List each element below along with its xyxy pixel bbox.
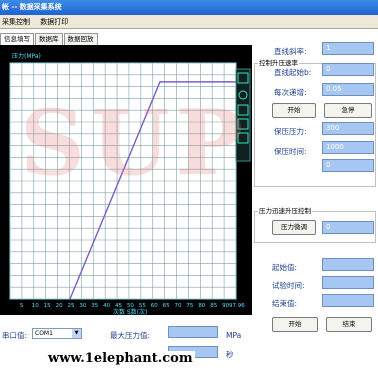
increment-label: 每次递增: (274, 88, 307, 97)
pressure-chart: 压力(MPa) 5 10 15 20 25 30 35 40 45 50 55 60 65 70 75 80 85… (0, 45, 252, 316)
start-b-label: 直线起始b: (274, 68, 312, 77)
x-tick-label: 35 (91, 303, 98, 309)
x-tick-label: 40 (103, 303, 110, 309)
tab-playback[interactable]: 数据回放 (63, 33, 98, 45)
menu-item-print[interactable]: 数据打印 (40, 18, 68, 26)
end-label: 结束值: (272, 299, 298, 308)
hold-pressure-label: 保压压力: (274, 127, 307, 136)
chart-grid (9, 62, 237, 300)
fine-tune-field[interactable]: 0 (322, 221, 374, 234)
port-value: COM1 (35, 330, 53, 337)
initial-label: 起始值: (272, 263, 298, 272)
max-pressure-label: 最大压力值: (110, 331, 151, 340)
emergency-stop-button[interactable]: 急停 (324, 103, 372, 118)
tab-strip: 信息填写 数据库 数据回放 (0, 33, 99, 45)
fine-tune-button[interactable]: 压力微调 (272, 220, 316, 235)
x-tick-label: 20 (56, 303, 63, 309)
hold-time-field[interactable]: 1000 (322, 141, 374, 154)
x-tick-label: 80 (198, 303, 205, 309)
end-button[interactable]: 结束 (326, 317, 372, 332)
x-tick-label: 85 (210, 303, 217, 309)
x-tick-label: 30 (79, 303, 86, 309)
fast-pressure-title: 压力迅速升压控制 (258, 205, 312, 215)
tab-database[interactable]: 数据库 (35, 33, 63, 45)
x-tick-label: 97.96 (229, 303, 245, 309)
test-time-field[interactable] (322, 276, 374, 289)
extra-field[interactable]: 0 (322, 159, 374, 172)
x-tick-label: 60 (151, 303, 158, 309)
slope-field[interactable]: 1 (322, 42, 374, 55)
chart-svg: 压力(MPa)5 10 15 20 25 30 35 40 45 50 55 60 65 70 75 80 85… (9, 52, 251, 316)
end-field[interactable] (322, 294, 374, 307)
hold-time-label: 保压时间: (274, 147, 307, 156)
seconds-unit: 秒 (226, 350, 234, 359)
port-label: 串口值: (2, 331, 28, 340)
port-select[interactable]: COM1 ▼ (32, 328, 82, 339)
max-pressure-field[interactable] (168, 326, 218, 338)
mpa-unit: MPa (226, 331, 242, 340)
website-watermark: www.1elephant.com (46, 351, 195, 366)
tab-info[interactable]: 信息填写 (0, 33, 34, 45)
title-bar: 帐 -- 数据采集系统 (0, 0, 378, 15)
x-tick-label: 70 (175, 303, 182, 309)
x-tick-label: 5 (20, 303, 24, 309)
menu-bar: 采集控制 数据打印 (0, 15, 378, 29)
start-button[interactable]: 开始 (272, 103, 316, 118)
start-button-2[interactable]: 开始 (272, 317, 318, 332)
rate-control-title: 控制升压速率 (258, 57, 299, 67)
test-time-label: 试验时间: (272, 281, 305, 290)
menu-item-acquisition[interactable]: 采集控制 (2, 18, 30, 26)
initial-field[interactable] (322, 258, 374, 271)
x-tick-label: 15 (44, 303, 51, 309)
chart-toolbar (235, 68, 251, 162)
chart-title: 压力(MPa) (12, 52, 41, 60)
start-b-field[interactable]: 0 (322, 63, 374, 76)
chevron-down-icon[interactable]: ▼ (72, 329, 81, 338)
x-tick-label: 25 (67, 303, 74, 309)
x-axis-label: 次数 S数(次) (113, 308, 147, 315)
slope-label: 直线斜率: (274, 47, 307, 56)
x-tick-label: 10 (32, 303, 39, 309)
hold-pressure-field[interactable]: 300 (322, 122, 374, 135)
x-tick-label: 75 (186, 303, 193, 309)
window-title: 帐 -- 数据采集系统 (2, 3, 62, 11)
x-tick-label: 65 (163, 303, 170, 309)
increment-field[interactable]: 0.05 (322, 83, 374, 96)
